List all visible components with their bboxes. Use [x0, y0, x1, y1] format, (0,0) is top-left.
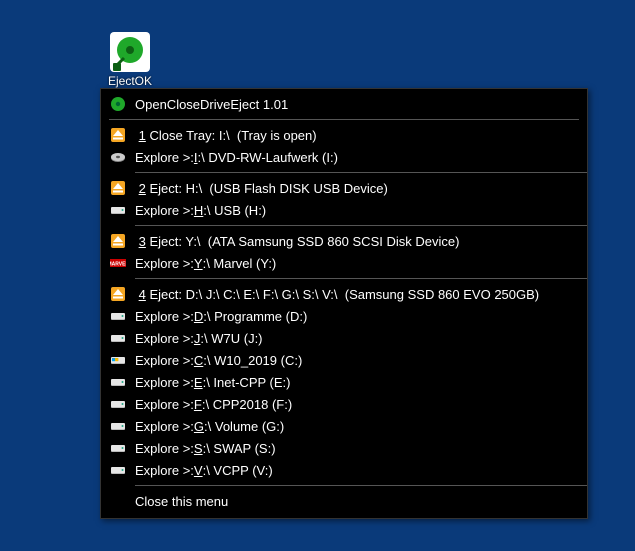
- eject-icon: [109, 285, 127, 303]
- eject-icon: [109, 232, 127, 250]
- explore-item[interactable]: Explore >: F:\ CPP2018 (F:): [101, 393, 587, 415]
- explore-item[interactable]: Explore >: G:\ Volume (G:): [101, 415, 587, 437]
- explore-label: Explore >: H:\ USB (H:): [135, 203, 266, 218]
- explore-label: Explore >: V:\ VCPP (V:): [135, 463, 273, 478]
- explore-label: Explore >: I:\ DVD-RW-Laufwerk (I:): [135, 150, 338, 165]
- eject-item[interactable]: 2 Eject: H:\ (USB Flash DISK USB Device): [101, 177, 587, 199]
- menu-separator: [135, 485, 587, 486]
- eject-label: 3 Eject: Y:\ (ATA Samsung SSD 860 SCSI D…: [135, 234, 459, 249]
- eject-icon: [109, 126, 127, 144]
- explore-item[interactable]: Explore >: S:\ SWAP (S:): [101, 437, 587, 459]
- eject-label: 1 Close Tray: I:\ (Tray is open): [135, 128, 317, 143]
- explore-label: Explore >: Y:\ Marvel (Y:): [135, 256, 276, 271]
- eject-item[interactable]: 4 Eject: D:\ J:\ C:\ E:\ F:\ G:\ S:\ V:\…: [101, 283, 587, 305]
- drive-icon: [109, 351, 127, 369]
- tray-context-menu: OpenCloseDriveEject 1.01 1 Close Tray: I…: [100, 88, 588, 519]
- drive-icon: [109, 329, 127, 347]
- menu-separator: [135, 172, 587, 173]
- explore-label: Explore >: C:\ W10_2019 (C:): [135, 353, 302, 368]
- desktop-shortcut-ejectok[interactable]: EjectOK: [98, 32, 162, 88]
- menu-separator: [135, 225, 587, 226]
- explore-item[interactable]: Explore >: C:\ W10_2019 (C:): [101, 349, 587, 371]
- desktop-shortcut-label: EjectOK: [98, 74, 162, 88]
- app-icon: [110, 32, 150, 72]
- svg-text:MARVEL: MARVEL: [110, 262, 126, 268]
- explore-item[interactable]: Explore >: I:\ DVD-RW-Laufwerk (I:): [101, 146, 587, 168]
- eject-label: 4 Eject: D:\ J:\ C:\ E:\ F:\ G:\ S:\ V:\…: [135, 287, 539, 302]
- explore-item[interactable]: MARVEL Explore >: Y:\ Marvel (Y:): [101, 252, 587, 274]
- explore-label: Explore >: S:\ SWAP (S:): [135, 441, 276, 456]
- explore-label: Explore >: E:\ Inet-CPP (E:): [135, 375, 290, 390]
- drive-icon: [109, 148, 127, 166]
- menu-title: OpenCloseDriveEject 1.01: [135, 97, 288, 112]
- drive-icon: [109, 373, 127, 391]
- explore-item[interactable]: Explore >: E:\ Inet-CPP (E:): [101, 371, 587, 393]
- eject-item[interactable]: 3 Eject: Y:\ (ATA Samsung SSD 860 SCSI D…: [101, 230, 587, 252]
- explore-label: Explore >: J:\ W7U (J:): [135, 331, 263, 346]
- eject-icon: [109, 179, 127, 197]
- app-icon: [109, 95, 127, 113]
- menu-separator: [135, 278, 587, 279]
- drive-icon: [109, 395, 127, 413]
- explore-item[interactable]: Explore >: V:\ VCPP (V:): [101, 459, 587, 481]
- close-menu-item[interactable]: Close this menu: [101, 490, 587, 512]
- menu-separator: [109, 119, 579, 120]
- drive-icon: [109, 439, 127, 457]
- explore-label: Explore >: D:\ Programme (D:): [135, 309, 307, 324]
- drive-icon: [109, 417, 127, 435]
- explore-item[interactable]: Explore >: H:\ USB (H:): [101, 199, 587, 221]
- drive-icon: [109, 461, 127, 479]
- drive-icon: MARVEL: [109, 254, 127, 272]
- drive-icon: [109, 307, 127, 325]
- eject-item[interactable]: 1 Close Tray: I:\ (Tray is open): [101, 124, 587, 146]
- close-menu-label: Close this menu: [135, 494, 228, 509]
- explore-item[interactable]: Explore >: J:\ W7U (J:): [101, 327, 587, 349]
- explore-label: Explore >: G:\ Volume (G:): [135, 419, 284, 434]
- eject-label: 2 Eject: H:\ (USB Flash DISK USB Device): [135, 181, 388, 196]
- explore-label: Explore >: F:\ CPP2018 (F:): [135, 397, 292, 412]
- drive-icon: [109, 201, 127, 219]
- explore-item[interactable]: Explore >: D:\ Programme (D:): [101, 305, 587, 327]
- menu-title-row[interactable]: OpenCloseDriveEject 1.01: [101, 93, 587, 115]
